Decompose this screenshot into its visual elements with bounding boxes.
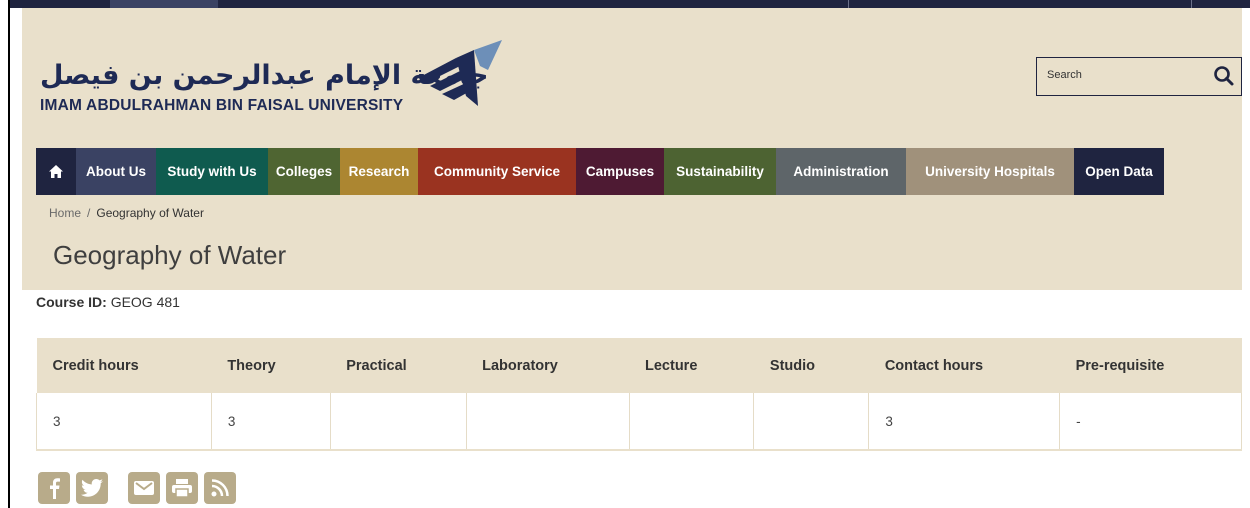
top-strip-divider: [848, 0, 849, 8]
table-cell: [628, 393, 754, 451]
university-logo-icon[interactable]: [416, 36, 506, 116]
column-header: Lecture: [629, 338, 754, 393]
nav-administration[interactable]: Administration: [776, 148, 906, 195]
nav-open-data[interactable]: Open Data: [1074, 148, 1164, 195]
table-cell: 3: [868, 393, 1060, 451]
table-row: 3 3 3 -: [36, 393, 1242, 451]
nav-community-service[interactable]: Community Service: [418, 148, 576, 195]
column-header: Pre-requisite: [1059, 338, 1242, 393]
column-header: Contact hours: [868, 338, 1060, 393]
column-header: Credit hours: [36, 338, 212, 393]
column-header: Theory: [211, 338, 331, 393]
nav-study-with-us[interactable]: Study with Us: [156, 148, 268, 195]
nav-research[interactable]: Research: [340, 148, 418, 195]
social-gap: [114, 472, 122, 504]
table-cell: 3: [210, 393, 331, 451]
logo-english-name[interactable]: IMAM ABDULRAHMAN BIN FAISAL UNIVERSITY: [40, 97, 403, 115]
top-strip: [10, 0, 1250, 8]
search-icon[interactable]: [1213, 65, 1235, 87]
table-cell: 3: [36, 393, 212, 451]
breadcrumb-current: Geography of Water: [96, 206, 204, 220]
table-cell: [465, 393, 629, 451]
table-cell: -: [1059, 393, 1242, 451]
facebook-share-button[interactable]: [38, 472, 70, 504]
twitter-icon: [81, 479, 103, 497]
course-id-value: GEOG 481: [110, 294, 180, 310]
social-share-bar: [38, 472, 236, 504]
column-header: Laboratory: [466, 338, 629, 393]
table-cell: [753, 393, 869, 451]
top-strip-divider: [1191, 0, 1192, 8]
nav-campuses[interactable]: Campuses: [576, 148, 664, 195]
breadcrumb: Home / Geography of Water: [49, 206, 204, 220]
page-title: Geography of Water: [53, 240, 287, 270]
nav-colleges[interactable]: Colleges: [268, 148, 340, 195]
rss-icon: [211, 479, 229, 497]
breadcrumb-home[interactable]: Home: [49, 206, 81, 220]
course-id-label: Course ID:: [36, 294, 107, 310]
nav-about-us[interactable]: About Us: [76, 148, 156, 195]
table-header-row: Credit hours Theory Practical Laboratory…: [36, 338, 1242, 393]
search-box[interactable]: Search: [1036, 57, 1242, 96]
print-icon: [172, 479, 192, 497]
twitter-share-button[interactable]: [76, 472, 108, 504]
rss-button[interactable]: [204, 472, 236, 504]
nav-home[interactable]: [36, 148, 76, 195]
email-share-button[interactable]: [128, 472, 160, 504]
breadcrumb-separator: /: [87, 206, 91, 220]
top-strip-segment: [110, 0, 218, 8]
email-icon: [134, 481, 154, 495]
main-nav: About Us Study with Us Colleges Research…: [36, 148, 1164, 195]
course-hours-table: Credit hours Theory Practical Laboratory…: [36, 338, 1242, 451]
table-cell: [329, 393, 467, 451]
facebook-icon: [50, 478, 60, 499]
home-icon[interactable]: [49, 165, 63, 178]
nav-university-hospitals[interactable]: University Hospitals: [906, 148, 1074, 195]
course-id: Course ID: GEOG 481: [36, 294, 180, 310]
print-button[interactable]: [166, 472, 198, 504]
search-placeholder[interactable]: Search: [1047, 69, 1082, 81]
page-left-rule: [8, 0, 10, 508]
column-header: Practical: [330, 338, 467, 393]
nav-sustainability[interactable]: Sustainability: [664, 148, 776, 195]
column-header: Studio: [753, 338, 869, 393]
